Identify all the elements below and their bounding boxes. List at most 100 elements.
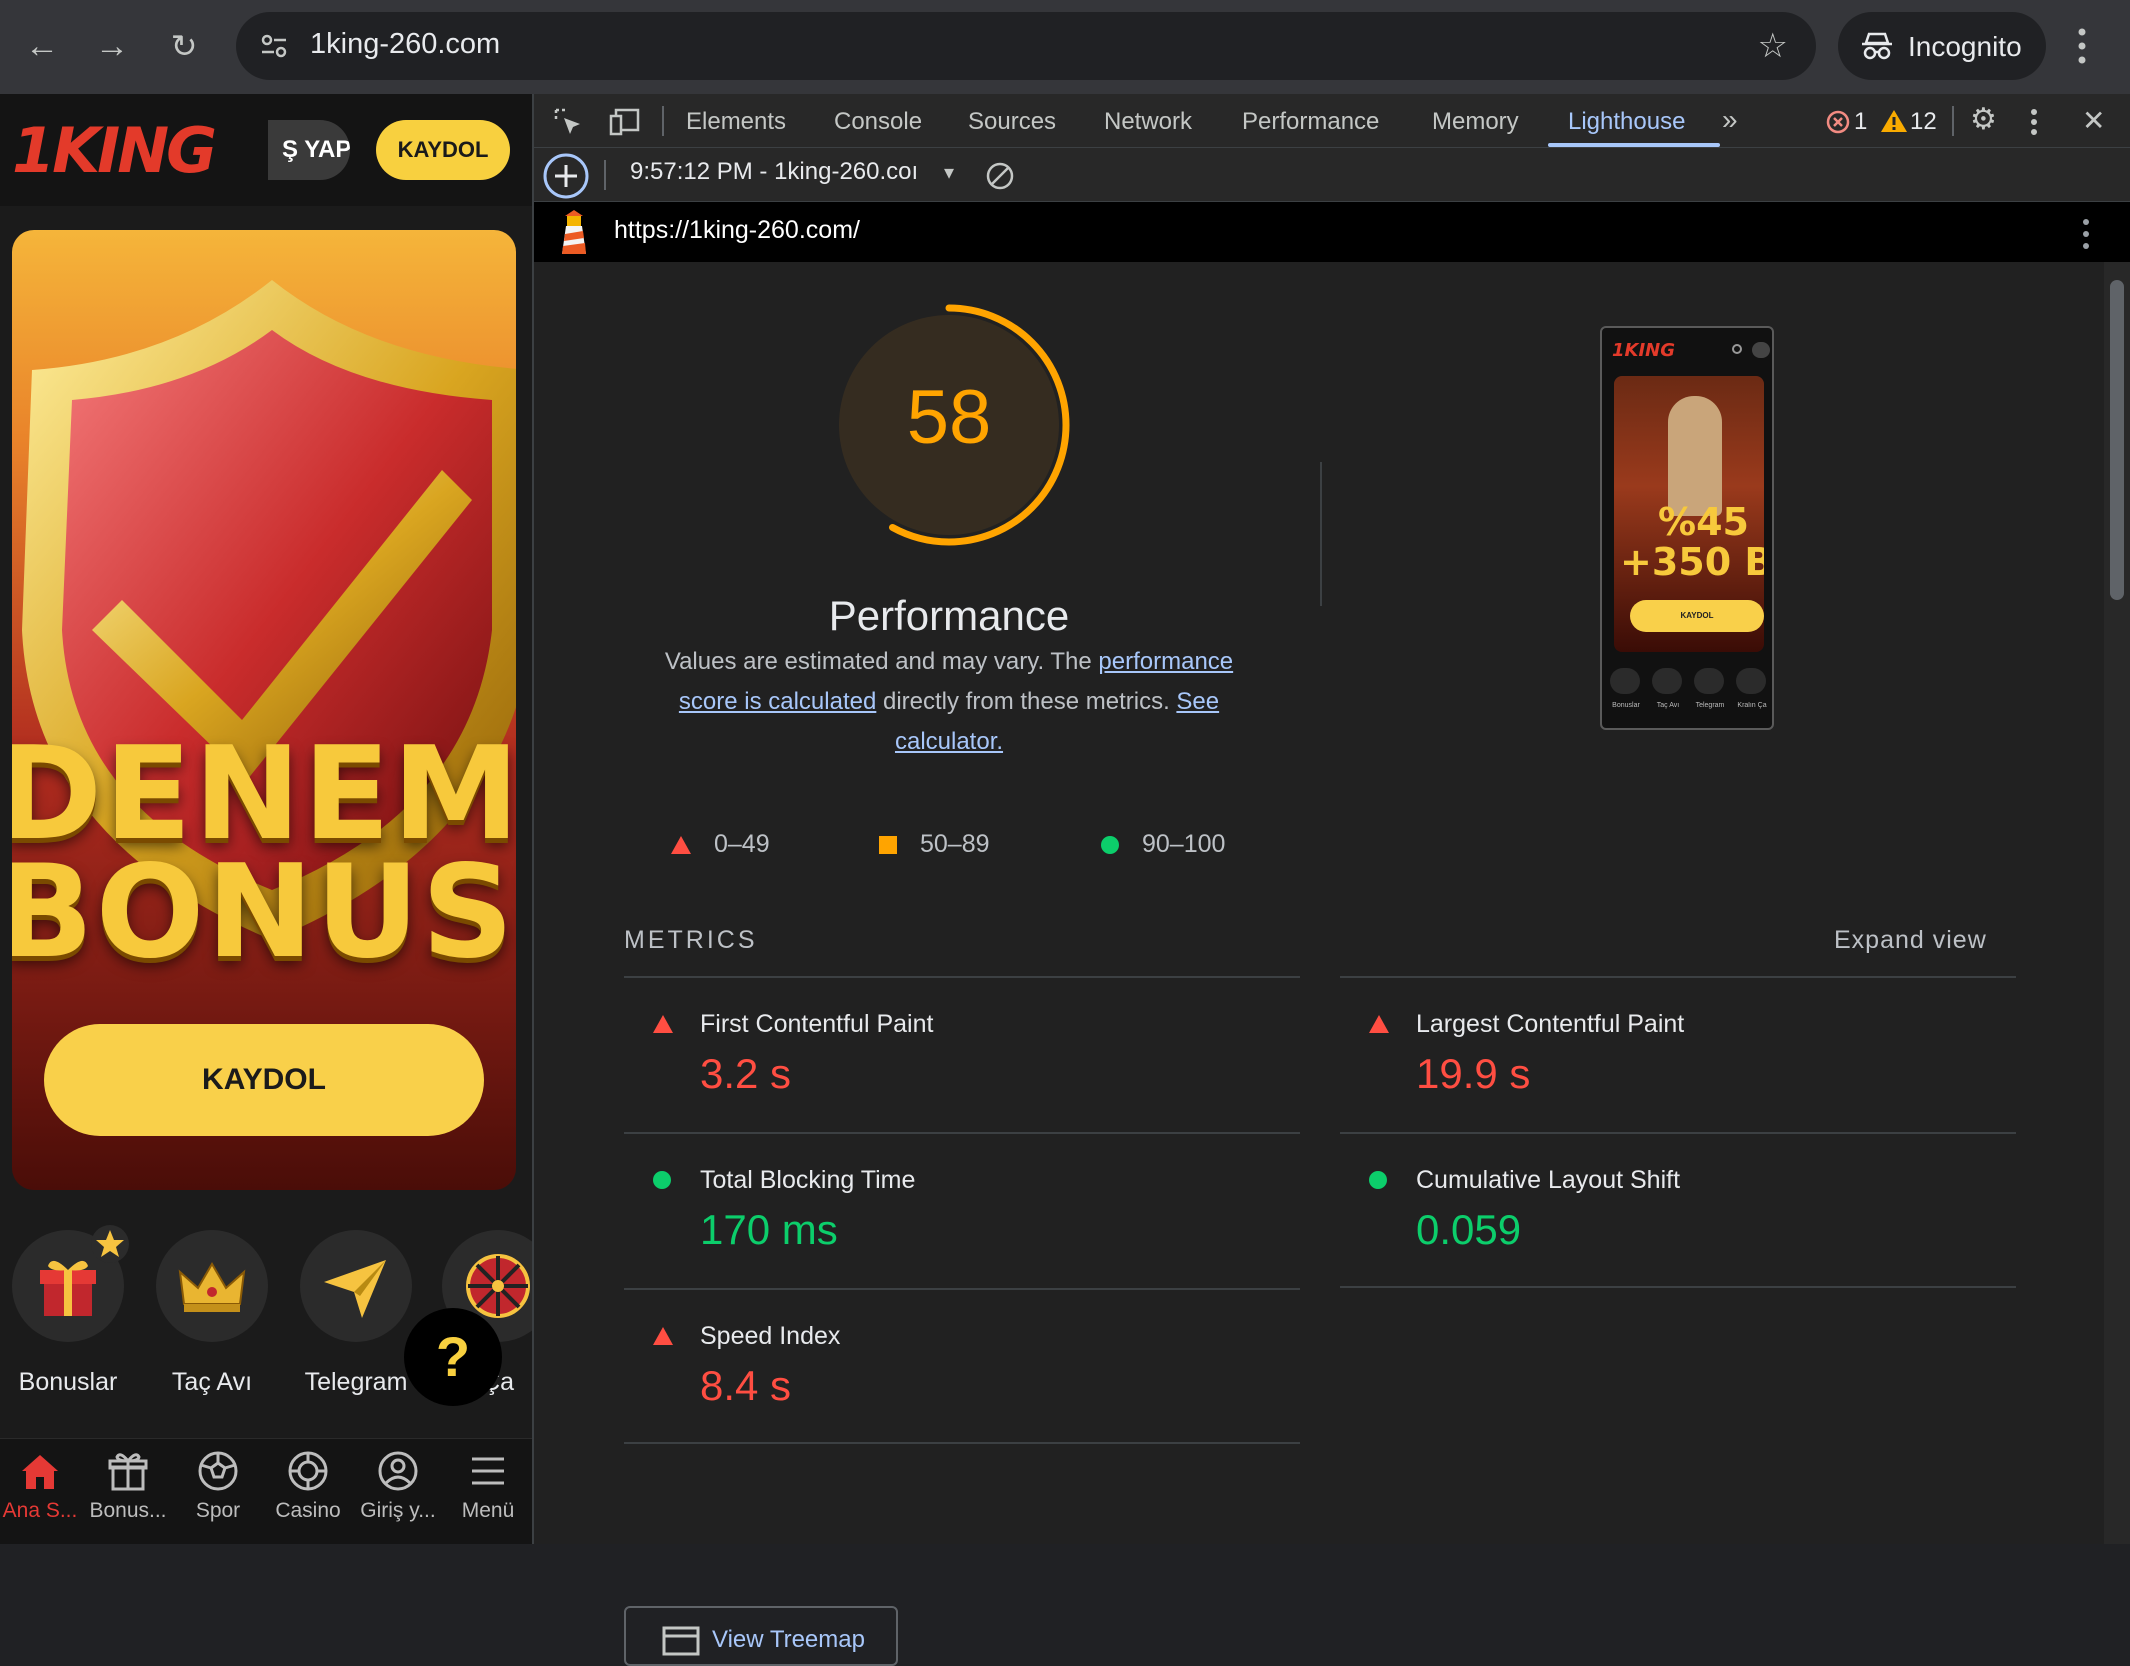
devtools-tab-bar: Elements Console Sources Network Perform… bbox=[534, 94, 2130, 148]
report-scrollbar[interactable] bbox=[2110, 280, 2124, 600]
dropdown-caret-icon[interactable]: ▾ bbox=[944, 160, 954, 185]
login-button[interactable]: Ş YAP bbox=[268, 120, 350, 180]
report-url[interactable]: https://1king-260.com/ bbox=[614, 216, 860, 245]
toolbar-divider bbox=[1952, 106, 1954, 136]
expand-view-toggle[interactable]: Expand view bbox=[1834, 926, 1987, 955]
settings-gear-icon[interactable]: ⚙ bbox=[1970, 102, 1997, 137]
address-url[interactable]: 1king-260.com bbox=[310, 28, 500, 61]
tab-console[interactable]: Console bbox=[834, 108, 922, 136]
metric-cls[interactable]: Cumulative Layout Shift 0.059 bbox=[1340, 1132, 2016, 1288]
browser-menu-icon[interactable] bbox=[2074, 24, 2090, 68]
tab-network[interactable]: Network bbox=[1104, 108, 1192, 136]
quick-item-bonuses[interactable]: Bonuslar bbox=[0, 1225, 138, 1397]
back-arrow-icon[interactable]: ← bbox=[22, 26, 62, 66]
tab-elements[interactable]: Elements bbox=[686, 108, 786, 136]
metric-speed-index[interactable]: Speed Index 8.4 s bbox=[624, 1288, 1300, 1444]
metric-value: 0.059 bbox=[1416, 1206, 1522, 1253]
incognito-icon bbox=[1862, 32, 1892, 60]
desc-text: directly from these metrics. bbox=[876, 688, 1177, 715]
thumbnail-nav-dot bbox=[1736, 668, 1766, 694]
metric-value: 170 ms bbox=[700, 1206, 838, 1253]
tab-performance[interactable]: Performance bbox=[1242, 108, 1379, 136]
metric-name: Total Blocking Time bbox=[700, 1166, 916, 1194]
report-selector[interactable]: 9:57:12 PM - 1king-260.coı bbox=[630, 158, 918, 186]
thumbnail-login-pill bbox=[1752, 342, 1770, 358]
more-tabs-chevron-icon[interactable]: » bbox=[1722, 104, 1738, 136]
thumbnail-nav-label: Bonuslar bbox=[1612, 702, 1640, 709]
bottom-nav-label: Spor bbox=[195, 1499, 241, 1522]
site-bottom-nav: Ana S... Bonus... Spor Casino Giriş y...… bbox=[0, 1438, 532, 1544]
site-logo[interactable]: 1KING bbox=[12, 114, 217, 187]
paper-plane-icon bbox=[324, 1260, 386, 1318]
report-menu-icon[interactable] bbox=[2080, 218, 2092, 250]
clear-reports-icon[interactable] bbox=[984, 160, 1016, 192]
thumbnail-banner: %45 +350 B KAYDOL bbox=[1614, 376, 1764, 652]
site-settings-icon[interactable] bbox=[258, 30, 290, 62]
bottom-nav-menu[interactable]: Menü bbox=[444, 1449, 532, 1523]
bottom-nav-home[interactable]: Ana S... bbox=[0, 1449, 84, 1523]
treemap-label: View Treemap bbox=[712, 1626, 865, 1653]
incognito-badge[interactable]: Incognito bbox=[1838, 12, 2046, 80]
thumbnail-figure bbox=[1668, 396, 1722, 516]
thumbnail-nav-label: Kralın Ça bbox=[1737, 702, 1767, 709]
warning-count[interactable]: 12 bbox=[1910, 108, 1937, 136]
metric-fcp[interactable]: First Contentful Paint 3.2 s bbox=[624, 976, 1300, 1132]
thumbnail-nav-dot bbox=[1694, 668, 1724, 694]
bookmark-star-icon[interactable]: ☆ bbox=[1758, 26, 1788, 66]
fail-triangle-icon bbox=[653, 1015, 673, 1033]
address-bar[interactable]: 1king-260.com ☆ bbox=[236, 12, 1816, 80]
warning-icon[interactable] bbox=[1880, 108, 1908, 134]
tab-lighthouse[interactable]: Lighthouse bbox=[1568, 108, 1685, 136]
incognito-label: Incognito bbox=[1908, 31, 2022, 62]
register-button[interactable]: KAYDOL bbox=[376, 120, 510, 180]
fail-triangle-icon bbox=[1369, 1015, 1389, 1033]
pass-circle-icon bbox=[1369, 1171, 1387, 1189]
quick-item-crown-hunt[interactable]: Taç Avı bbox=[142, 1230, 282, 1397]
banner-register-button[interactable]: KAYDOL bbox=[44, 1024, 484, 1136]
home-icon bbox=[22, 1455, 58, 1489]
bottom-nav-casino[interactable]: Casino bbox=[264, 1449, 352, 1523]
inspect-element-icon[interactable] bbox=[552, 106, 584, 138]
quick-item-label: Bonuslar bbox=[18, 1368, 118, 1396]
close-devtools-icon[interactable]: ✕ bbox=[2082, 104, 2105, 137]
legend-pass: 90–100 bbox=[1100, 830, 1225, 859]
devtools-menu-icon[interactable] bbox=[2028, 106, 2040, 138]
bottom-nav-label: Bonus... bbox=[89, 1499, 167, 1522]
legend-fail: 0–49 bbox=[670, 830, 770, 859]
metric-lcp[interactable]: Largest Contentful Paint 19.9 s bbox=[1340, 976, 2016, 1132]
metric-tbt[interactable]: Total Blocking Time 170 ms bbox=[624, 1132, 1300, 1288]
metric-name: First Contentful Paint bbox=[700, 1010, 934, 1038]
user-icon bbox=[378, 1451, 418, 1491]
desc-text: Values are estimated and may vary. The bbox=[664, 648, 1099, 675]
thumbnail-nav-dot bbox=[1652, 668, 1682, 694]
device-toolbar-icon[interactable] bbox=[608, 106, 642, 138]
new-report-plus-icon[interactable] bbox=[542, 152, 590, 200]
error-count[interactable]: 1 bbox=[1854, 108, 1867, 136]
bottom-nav-login[interactable]: Giriş y... bbox=[354, 1449, 442, 1523]
thumbnail-nav-label: Taç Avı bbox=[1656, 702, 1680, 709]
treemap-icon bbox=[662, 1626, 700, 1656]
metric-name: Largest Contentful Paint bbox=[1416, 1010, 1685, 1038]
forward-arrow-icon[interactable]: → bbox=[92, 26, 132, 66]
tab-memory[interactable]: Memory bbox=[1432, 108, 1519, 136]
reload-icon[interactable]: ↻ bbox=[164, 26, 204, 66]
gauge-divider bbox=[1320, 462, 1322, 606]
error-icon[interactable] bbox=[1826, 110, 1850, 134]
quick-item-telegram[interactable]: Telegram bbox=[286, 1230, 426, 1397]
legend-label: 0–49 bbox=[714, 830, 770, 858]
final-screenshot-thumbnail[interactable]: 1KING %45 +350 B KAYDOL Bonuslar Taç Avı… bbox=[1600, 326, 1774, 730]
thumbnail-nav-dot bbox=[1610, 668, 1640, 694]
score-description: Values are estimated and may vary. The p… bbox=[644, 642, 1254, 762]
thumbnail-logo: 1KING bbox=[1612, 340, 1676, 361]
metric-value: 19.9 s bbox=[1416, 1050, 1531, 1097]
bottom-nav-sport[interactable]: Spor bbox=[174, 1449, 262, 1523]
performance-score: 58 bbox=[906, 375, 992, 460]
browser-toolbar: ← → ↻ 1king-260.com ☆ Incognito bbox=[0, 0, 2130, 94]
view-treemap-button[interactable]: View Treemap bbox=[624, 1606, 898, 1666]
bottom-nav-bonus[interactable]: Bonus... bbox=[84, 1449, 172, 1523]
tab-sources[interactable]: Sources bbox=[968, 108, 1056, 136]
promo-banner[interactable]: DENEME BONUSU KAYDOL bbox=[12, 230, 516, 1190]
mobile-site-viewport: 1KING Ş YAP KAYDOL DENEME BONUSU KAYDOL bbox=[0, 94, 532, 1544]
hamburger-menu-icon bbox=[472, 1457, 504, 1485]
help-button[interactable]: ? bbox=[404, 1308, 502, 1406]
